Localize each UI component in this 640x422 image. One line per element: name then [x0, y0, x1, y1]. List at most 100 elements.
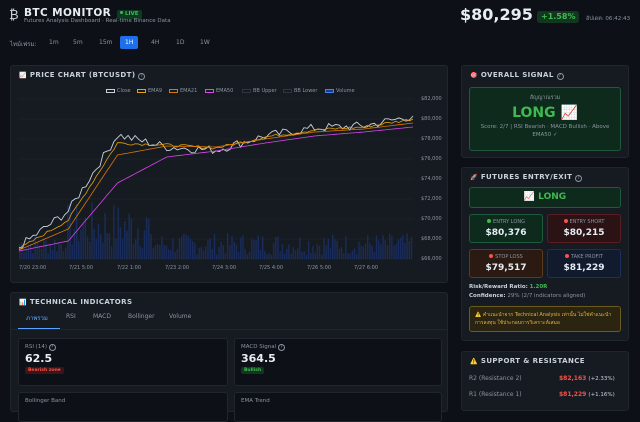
volume-bar	[185, 234, 187, 259]
help-icon[interactable]: ?	[48, 344, 56, 351]
tab-bollinger[interactable]: Bollinger	[128, 313, 155, 320]
rsi-label: RSI (14) ?	[25, 344, 56, 351]
volume-bar	[327, 238, 330, 259]
volume-bar	[154, 245, 157, 259]
rsi-card[interactable]: RSI (14) ? 62.5 Bearish zone	[18, 338, 228, 386]
volume-bar	[253, 239, 255, 259]
volume-bar	[82, 223, 84, 259]
help-icon[interactable]: ?	[556, 73, 564, 80]
volume-bar	[351, 250, 354, 259]
volume-bar	[211, 249, 214, 259]
volume-bar	[106, 233, 108, 259]
ema-card[interactable]: EMA Trend	[234, 392, 442, 422]
volume-bar	[277, 236, 279, 259]
volume-bar	[71, 244, 73, 259]
volume-bar	[84, 217, 87, 259]
take-profit-label: TAKE PROFIT	[548, 254, 620, 260]
volume-bar	[301, 251, 303, 259]
help-icon[interactable]: ?	[277, 344, 285, 351]
volume-bar	[386, 244, 389, 259]
volume-bar	[170, 249, 172, 259]
volume-bar	[113, 205, 115, 259]
volume-bar	[29, 243, 32, 259]
chart-grid	[19, 98, 413, 260]
volume-bar	[356, 254, 358, 259]
volume-bar	[408, 241, 411, 259]
volume-bar	[128, 213, 130, 259]
volume-bar	[270, 254, 273, 259]
series-line-ema21	[18, 122, 414, 251]
volume-bar	[51, 249, 54, 259]
volume-bar	[391, 235, 393, 259]
volume-bar	[54, 240, 56, 259]
signal-caption: สัญญาณรวม	[529, 95, 561, 101]
volume-bar	[220, 242, 222, 259]
volume-bar	[257, 235, 259, 259]
volume-bar	[279, 251, 281, 259]
stop-icon	[489, 254, 494, 258]
volume-bar	[375, 235, 378, 259]
volume-bar	[395, 244, 397, 259]
volume-bar	[25, 249, 27, 259]
volume-bar	[89, 241, 91, 259]
y-tick: $76,000	[421, 156, 442, 162]
volume-bar	[159, 245, 161, 259]
disclaimer-warning: ⚠️ คำแนะนำจาก Technical Analysis เท่านั้…	[469, 306, 621, 332]
volume-bar	[183, 233, 185, 259]
volume-bar	[32, 253, 34, 259]
rocket-icon: 🚀	[470, 174, 478, 181]
volume-bar	[139, 245, 141, 259]
volume-bar	[180, 236, 183, 259]
tab-overview[interactable]: ภาพรวม	[26, 313, 48, 323]
futures-direction: 📈 LONG	[469, 187, 621, 208]
x-tick: 7/22 1:00	[117, 265, 142, 271]
volume-bars	[19, 202, 413, 259]
tab-volume[interactable]: Volume	[169, 313, 191, 320]
volume-bar	[200, 247, 203, 259]
stop-loss-label: STOP LOSS	[470, 254, 542, 260]
volume-bar	[213, 233, 216, 259]
volume-bar	[393, 245, 395, 259]
volume-bar	[209, 238, 211, 259]
volume-bar	[288, 244, 290, 259]
volume-bar	[36, 242, 38, 259]
volume-bar	[336, 240, 338, 259]
volume-bar	[104, 212, 106, 259]
volume-bar	[102, 242, 104, 259]
volume-bar	[194, 242, 196, 259]
volume-bar	[224, 253, 227, 259]
volume-bar	[178, 238, 181, 259]
volume-bar	[205, 246, 207, 259]
volume-bar	[235, 244, 238, 259]
y-tick: $74,000	[421, 176, 442, 182]
volume-bar	[316, 244, 319, 259]
tab-macd[interactable]: MACD	[93, 313, 111, 320]
volume-bar	[321, 254, 323, 259]
stop-loss-box: STOP LOSS $79,517	[469, 249, 543, 278]
x-tick: 7/21 5:00	[69, 265, 94, 271]
volume-bar	[338, 249, 340, 259]
volume-bar	[360, 245, 362, 259]
series-line-close	[18, 115, 414, 249]
volume-bar	[380, 244, 382, 259]
volume-bar	[124, 221, 126, 259]
volume-bar	[402, 234, 404, 259]
volume-bar	[47, 253, 49, 259]
macd-card[interactable]: MACD Signal ? 364.5 Bullish	[234, 338, 442, 386]
volume-bar	[240, 237, 242, 259]
volume-bar	[60, 244, 62, 259]
volume-bar	[132, 243, 135, 259]
target-icon	[565, 254, 570, 258]
volume-bar	[58, 242, 60, 259]
volume-bar	[198, 247, 200, 259]
volume-bar	[222, 245, 224, 259]
x-tick: 7/25 4:00	[259, 265, 284, 271]
bollinger-card[interactable]: Bollinger Band	[18, 392, 228, 422]
tab-rsi[interactable]: RSI	[66, 313, 76, 320]
help-icon[interactable]: ?	[575, 175, 583, 182]
indicators-title: TECHNICAL INDICATORS	[29, 298, 133, 306]
y-tick: $82,000	[421, 96, 442, 102]
volume-bar	[318, 245, 321, 259]
volume-bar	[345, 235, 347, 259]
volume-bar	[397, 239, 400, 259]
